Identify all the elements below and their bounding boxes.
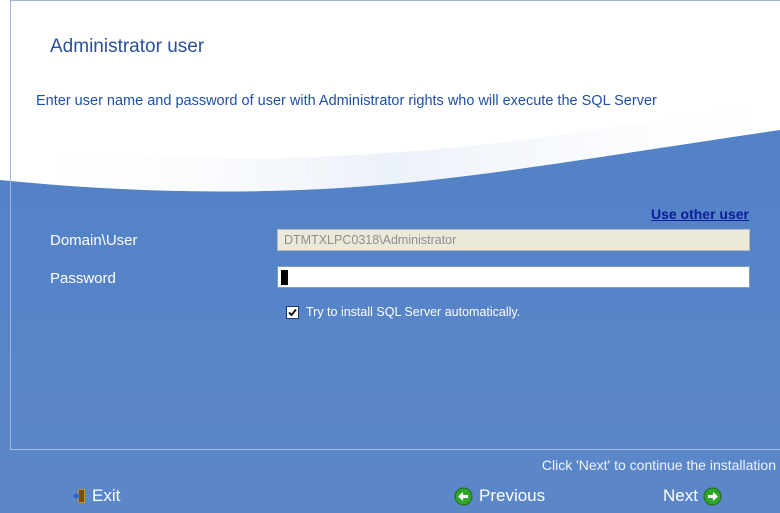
next-label: Next	[663, 486, 698, 505]
exit-label: Exit	[92, 486, 121, 505]
text-caret	[281, 270, 288, 285]
exit-button[interactable]: Exit	[72, 486, 120, 506]
domain-user-label: Domain\User	[50, 232, 138, 249]
page-title: Administrator user	[50, 36, 205, 57]
auto-install-option[interactable]: Try to install SQL Server automatically.	[286, 305, 520, 319]
panel-background	[0, 0, 780, 450]
checkmark-icon	[288, 308, 297, 316]
top-border	[10, 0, 780, 1]
instruction-text: Enter user name and password of user wit…	[36, 93, 657, 109]
auto-install-label: Try to install SQL Server automatically.	[306, 305, 521, 319]
previous-button[interactable]: Previous	[454, 486, 545, 506]
footer-hint: Click 'Next' to continue the installatio…	[541, 457, 776, 473]
auto-install-checkbox[interactable]	[286, 305, 299, 319]
next-button[interactable]: Next	[663, 486, 722, 506]
exit-door-icon	[73, 489, 85, 503]
password-input[interactable]	[277, 266, 750, 288]
arrow-right-circle-icon	[703, 487, 722, 505]
installer-window: Administrator user Enter user name and p…	[0, 0, 780, 513]
use-other-user-link[interactable]: Use other user	[651, 206, 749, 222]
arrow-left-circle-icon	[454, 487, 473, 505]
password-label: Password	[50, 270, 116, 287]
footer-divider	[10, 449, 780, 450]
left-border	[10, 0, 11, 450]
domain-user-field[interactable]: DTMTXLPC0318\Administrator	[277, 229, 750, 251]
previous-label: Previous	[479, 486, 546, 505]
